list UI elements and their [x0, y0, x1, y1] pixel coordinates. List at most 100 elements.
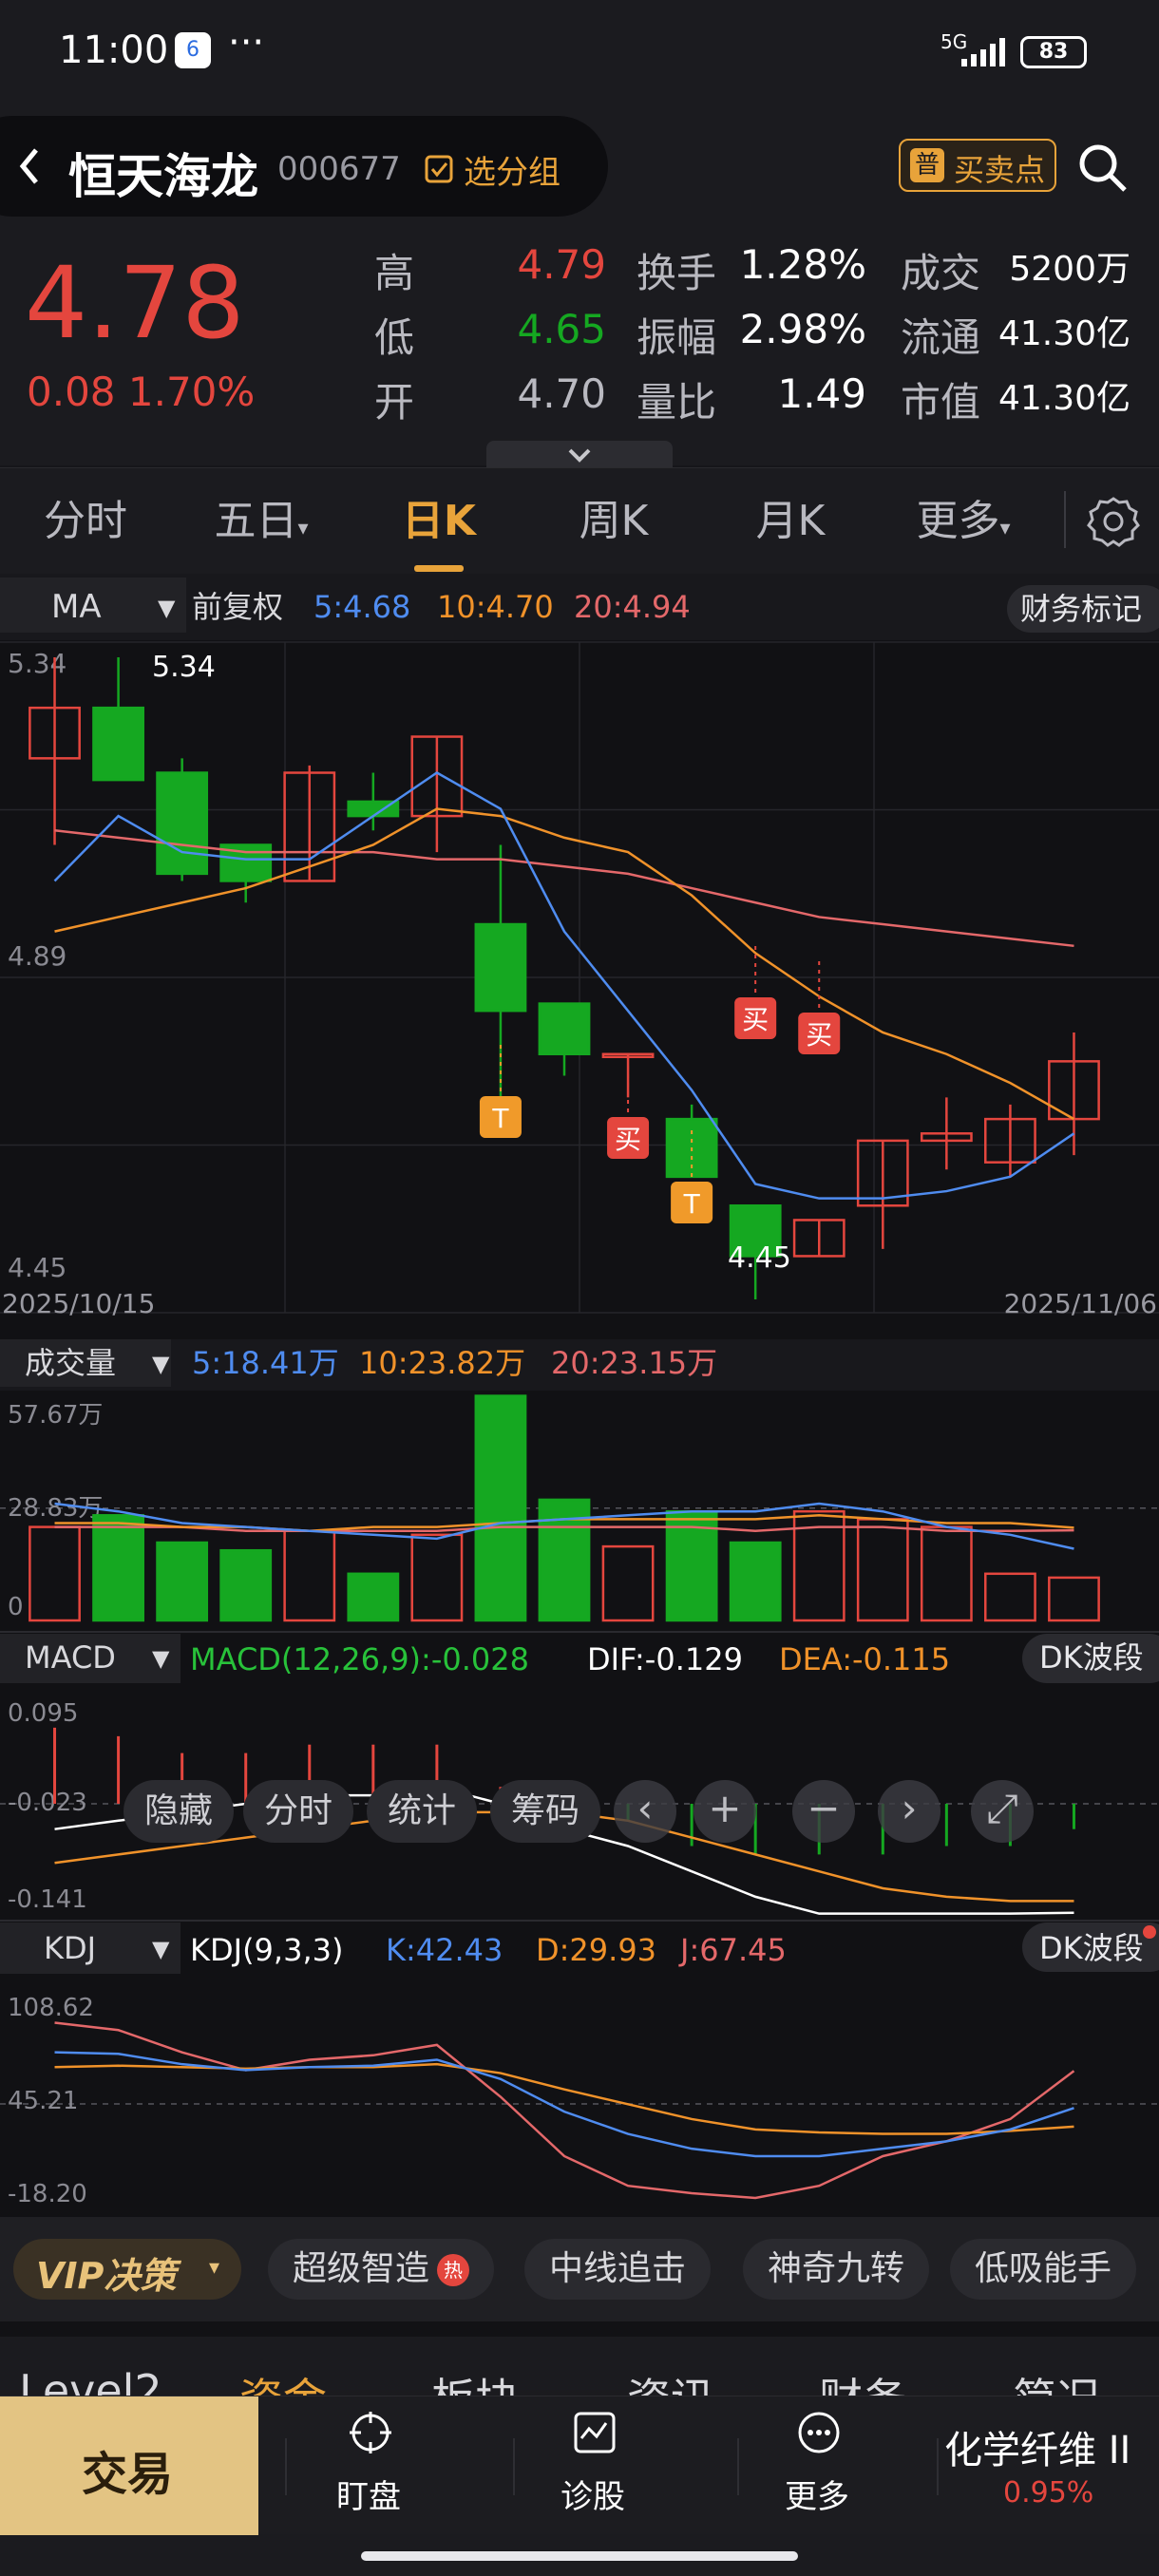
volume-bar	[92, 1514, 144, 1622]
nav-label: 更多	[785, 2478, 849, 2516]
trade-points-button[interactable]: 普 买卖点	[899, 139, 1056, 192]
more-notifications-icon: ···	[228, 21, 265, 65]
buy-marker: 买	[742, 1004, 769, 1035]
t-marker: T	[491, 1103, 509, 1134]
y-axis-label: 0	[8, 1593, 24, 1621]
bottom-nav: 交易 盯盘 诊股 更多 化学纤维 II 0.95%	[0, 2396, 1159, 2535]
search-icon[interactable]	[1077, 142, 1129, 194]
zoom-out-icon[interactable]: −	[792, 1780, 855, 1843]
tab-week-k[interactable]: 周K	[547, 468, 680, 575]
tab-day-k[interactable]: 日K	[372, 468, 505, 575]
fullscreen-icon[interactable]: ⤢	[971, 1780, 1034, 1843]
dk-label: DK波段	[1039, 1930, 1144, 1966]
dk-label: DK波段	[1039, 1639, 1144, 1676]
home-indicator	[361, 2551, 798, 2561]
y-axis-label: -18.20	[8, 2180, 87, 2208]
chart-control-button[interactable]: 分时	[243, 1780, 354, 1843]
buy-marker: 买	[615, 1124, 641, 1155]
add-group-button[interactable]: 选分组	[464, 146, 560, 193]
quote-label: 市值	[901, 379, 981, 426]
strategy-chip[interactable]: 超级智造热	[268, 2239, 495, 2300]
volume-bar	[729, 1541, 782, 1622]
date-start: 2025/10/15	[2, 1288, 155, 1319]
strategy-chip[interactable]: 低吸能手	[950, 2239, 1137, 2300]
t-marker: T	[683, 1188, 701, 1220]
quote-value: 4.79	[517, 241, 606, 288]
kdj-params: KDJ(9,3,3)	[190, 1932, 343, 1968]
quote-label: 开	[374, 379, 415, 426]
chart-control-button[interactable]: 筹码	[490, 1780, 601, 1843]
caret-down-icon: ▼	[152, 1936, 170, 1962]
divider	[513, 2438, 515, 2495]
vip-label: VIP决策	[36, 2255, 177, 2297]
caret-down-icon: ▾	[297, 517, 309, 540]
divider	[285, 2438, 287, 2495]
scroll-left-icon[interactable]: ‹	[614, 1780, 676, 1843]
notification-dot	[1143, 1925, 1156, 1939]
y-axis-label: 57.67万	[8, 1401, 103, 1430]
volume-bar	[283, 1529, 336, 1622]
volume-bar	[156, 1541, 209, 1622]
vol-ma5-value: 5:18.41万	[192, 1345, 339, 1381]
chip-label: 低吸能手	[975, 2249, 1112, 2288]
trade-button[interactable]: 交易	[0, 2396, 258, 2535]
volume-bar	[219, 1548, 273, 1622]
quote-label: 换手	[636, 250, 717, 296]
volume-selector: 成交量	[25, 1345, 116, 1381]
current-price: 4.78	[25, 245, 245, 361]
volume-bar	[920, 1525, 973, 1622]
kdj-k: K:42.43	[386, 1932, 503, 1968]
chart-pulse-icon	[574, 2412, 616, 2453]
macd-params: MACD(12,26,9):-0.028	[190, 1641, 529, 1677]
strategy-chip[interactable]: 中线追击	[524, 2239, 712, 2300]
quote-value: 41.30亿	[998, 379, 1130, 418]
nav-item[interactable]: 诊股	[557, 2410, 633, 2524]
macd-dea: DEA:-0.115	[779, 1641, 950, 1677]
quote-label: 量比	[636, 379, 717, 426]
finance-mark-label: 财务标记	[1020, 591, 1142, 627]
volume-bar	[601, 1544, 655, 1622]
nav-item[interactable]: 更多	[781, 2410, 857, 2524]
divider	[737, 2438, 739, 2495]
tab-more[interactable]: 更多▾	[897, 468, 1030, 575]
y-axis-label: -0.023	[8, 1789, 87, 1817]
quote-label: 流通	[901, 314, 981, 361]
strategy-chip[interactable]: 神奇九转	[743, 2239, 930, 2300]
candle-body	[156, 771, 209, 876]
volume-bar	[1048, 1576, 1100, 1622]
chart-control-button[interactable]: 统计	[367, 1780, 478, 1843]
chart-control-button[interactable]: 隐藏	[124, 1780, 235, 1843]
tab-label: 更多	[916, 497, 1000, 545]
sector-name[interactable]: 化学纤维 II	[944, 2419, 1130, 2474]
buy-marker: 买	[806, 1019, 832, 1051]
quote-label: 成交	[901, 250, 981, 296]
period-tabs: 分时 五日▾ 日K 周K 月K 更多▾	[0, 467, 1159, 574]
ma-selector: MA	[51, 588, 102, 626]
stock-name: 恒天海龙	[68, 149, 258, 204]
ma5-value: 5:4.68	[314, 589, 410, 625]
vol-ma20-value: 20:23.15万	[551, 1345, 717, 1381]
kline-chart-svg[interactable]: MA ▼ 前复权 5:4.68 10:4.70 20:4.94 财务标记 5.34 4.89 4.…	[0, 574, 1159, 2217]
chip-label: 中线追击	[549, 2249, 687, 2288]
nav-label: 盯盘	[336, 2478, 401, 2516]
gear-icon[interactable]	[1087, 495, 1140, 548]
checkbox-icon[interactable]	[424, 154, 454, 184]
chip-label: 神奇九转	[768, 2249, 905, 2288]
macd-selector: MACD	[25, 1639, 116, 1676]
nav-item[interactable]: 盯盘	[332, 2410, 408, 2524]
back-arrow-icon[interactable]	[15, 142, 44, 190]
tab-month-k[interactable]: 月K	[724, 468, 857, 575]
tab-label: 周K	[579, 497, 649, 545]
tab-minute[interactable]: 分时	[19, 468, 152, 575]
volume-bar	[410, 1533, 464, 1622]
vip-decision-button[interactable]: VIP决策 ▾	[13, 2239, 241, 2300]
tab-five-day[interactable]: 五日▾	[190, 468, 332, 575]
divider	[0, 2321, 1159, 2337]
ma10-value: 10:4.70	[437, 589, 554, 625]
status-bar: 11:00 6 ··· 5G 83	[0, 0, 1159, 104]
zoom-in-icon[interactable]: +	[694, 1780, 756, 1843]
scroll-right-icon[interactable]: ›	[878, 1780, 940, 1843]
tab-label: 日K	[401, 497, 477, 545]
expand-handle[interactable]	[486, 441, 673, 469]
low-price-label: 4.45	[728, 1241, 791, 1275]
